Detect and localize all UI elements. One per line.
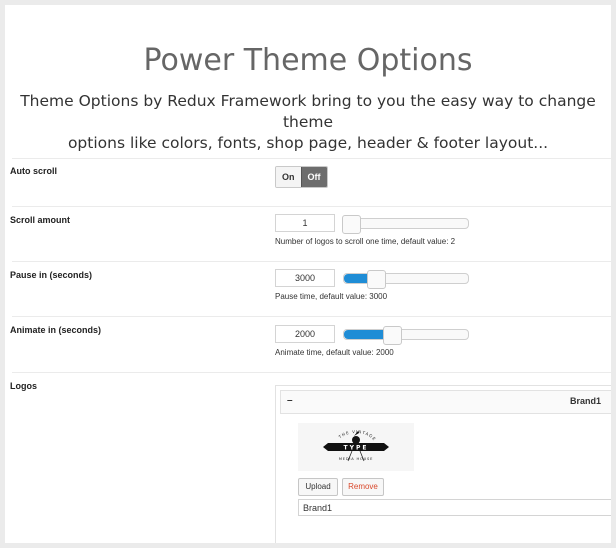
scroll-amount-slider[interactable] bbox=[342, 215, 469, 234]
auto-scroll-label: Auto scroll bbox=[10, 166, 58, 176]
pause-in-input[interactable]: 3000 bbox=[275, 269, 335, 287]
slider-fill bbox=[344, 274, 369, 283]
slider-handle[interactable] bbox=[342, 215, 361, 234]
brand-logo: THE VINTAGE TYPE MEDIA HOUSE bbox=[323, 429, 389, 462]
auto-scroll-toggle[interactable]: On Off bbox=[275, 166, 328, 188]
logos-label: Logos bbox=[10, 381, 37, 391]
options-panel: Power Theme Options Theme Options by Red… bbox=[5, 5, 611, 543]
pause-in-description: Pause time, default value: 3000 bbox=[275, 292, 388, 301]
scroll-amount-label: Scroll amount bbox=[10, 215, 71, 225]
animate-in-slider[interactable] bbox=[343, 326, 469, 345]
pause-in-slider[interactable] bbox=[343, 270, 469, 289]
animate-in-label: Animate in (seconds) bbox=[10, 325, 102, 335]
animate-in-input[interactable]: 2000 bbox=[275, 325, 335, 343]
page-subtitle: Theme Options by Redux Framework bring t… bbox=[5, 91, 611, 154]
scroll-amount-description: Number of logos to scroll one time, defa… bbox=[275, 237, 456, 246]
logos-panel: – Brand1 THE VINTAGE TYPE MEDIA HOUSE Up… bbox=[275, 385, 611, 543]
logo-text-mid: TYPE bbox=[344, 445, 369, 452]
animate-in-description: Animate time, default value: 2000 bbox=[275, 348, 394, 357]
slider-handle[interactable] bbox=[383, 326, 402, 345]
brand-name-input[interactable]: Brand1 bbox=[298, 499, 611, 516]
logo-text-bottom: MEDIA HOUSE bbox=[339, 457, 373, 461]
logo-preview-image: THE VINTAGE TYPE MEDIA HOUSE bbox=[298, 423, 414, 471]
subtitle-line-2: options like colors, fonts, shop page, h… bbox=[67, 134, 549, 152]
slider-handle[interactable] bbox=[367, 270, 386, 289]
upload-button[interactable]: Upload bbox=[298, 478, 338, 496]
logo-item-header[interactable]: – Brand1 bbox=[280, 390, 611, 414]
page-title: Power Theme Options bbox=[143, 43, 473, 78]
remove-button[interactable]: Remove bbox=[342, 478, 384, 496]
toggle-on-option[interactable]: On bbox=[276, 167, 301, 187]
collapse-icon[interactable]: – bbox=[287, 395, 293, 406]
slider-fill bbox=[344, 330, 385, 339]
subtitle-line-1: Theme Options by Redux Framework bring t… bbox=[20, 92, 596, 131]
toggle-off-option[interactable]: Off bbox=[300, 167, 327, 187]
pause-in-label: Pause in (seconds) bbox=[10, 270, 93, 280]
logo-item-title: Brand1 bbox=[569, 396, 601, 406]
scroll-amount-input[interactable]: 1 bbox=[275, 214, 335, 232]
